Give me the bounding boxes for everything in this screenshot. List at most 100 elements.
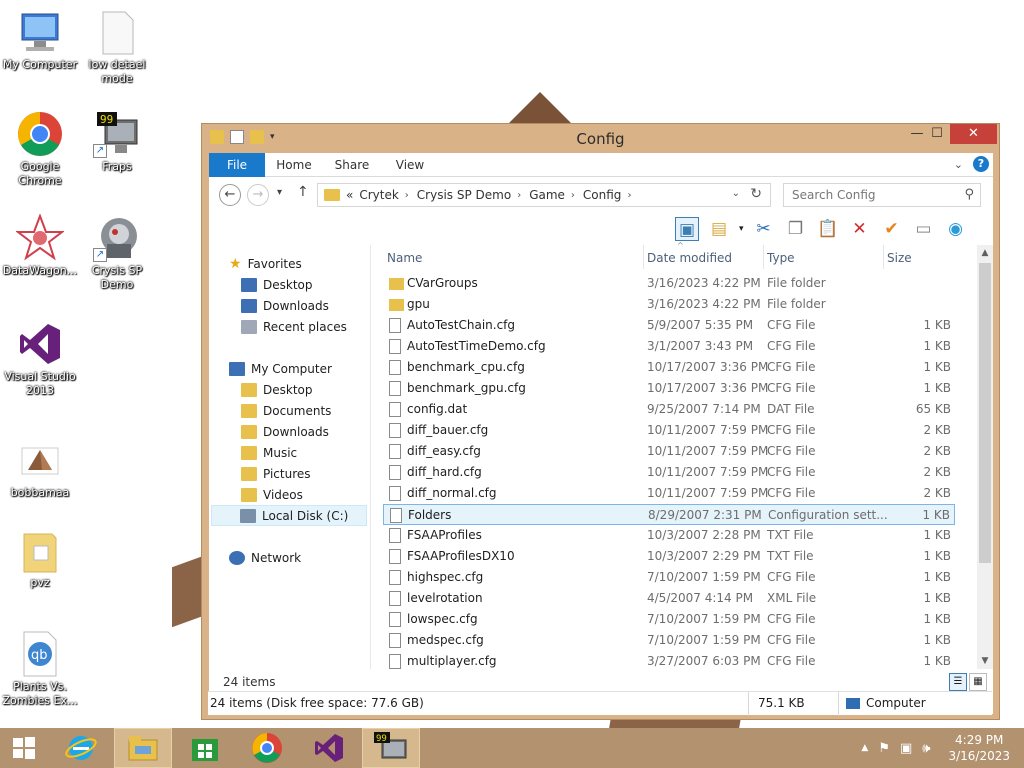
- pane-divider[interactable]: [370, 245, 371, 669]
- chevron-right-icon[interactable]: ›: [517, 190, 521, 201]
- up-button[interactable]: ↑: [297, 184, 309, 200]
- vertical-scrollbar[interactable]: ▲ ▼: [977, 245, 993, 669]
- folder-properties-icon[interactable]: ▤: [707, 217, 731, 241]
- nav-comp-downloads[interactable]: Downloads: [241, 421, 401, 442]
- file-row[interactable]: FSAAProfiles 10/3/2007 2:28 PM TXT File 1 K…: [383, 525, 955, 546]
- desktop-icon-crysis-sp-demo[interactable]: ↗ Crysis SP Demo: [77, 214, 157, 292]
- cut-icon[interactable]: ✂: [752, 217, 776, 241]
- close-button[interactable]: ✕: [950, 124, 997, 144]
- scroll-down-icon[interactable]: ▼: [977, 653, 993, 669]
- column-divider[interactable]: [643, 245, 644, 269]
- volume-icon[interactable]: 🕪: [922, 741, 930, 756]
- flag-icon[interactable]: ⚑: [878, 741, 890, 756]
- breadcrumb-game[interactable]: Game: [529, 188, 565, 202]
- checkmark-icon[interactable]: ✔: [880, 217, 904, 241]
- column-divider[interactable]: [763, 245, 764, 269]
- nav-network[interactable]: Network: [229, 547, 389, 568]
- copy-icon[interactable]: ❐: [784, 217, 808, 241]
- taskbar-fraps[interactable]: 99: [362, 728, 420, 768]
- rename-icon[interactable]: ▭: [912, 217, 936, 241]
- desktop-icon-fraps[interactable]: 99 ↗ Fraps: [77, 110, 157, 174]
- nav-fav-recent-places[interactable]: Recent places: [241, 316, 401, 337]
- recent-locations-icon[interactable]: ▾: [277, 187, 282, 198]
- file-row[interactable]: gpu 3/16/2023 4:22 PM File folder: [383, 294, 955, 315]
- scroll-up-icon[interactable]: ▲: [977, 245, 993, 261]
- back-button[interactable]: ←: [219, 184, 241, 206]
- file-row[interactable]: diff_bauer.cfg 10/11/2007 7:59 PM CFG File…: [383, 420, 955, 441]
- clock[interactable]: 4:29 PM 3/16/2023: [948, 732, 1010, 764]
- preview-pane-icon[interactable]: ▣: [675, 217, 699, 241]
- desktop-icon-my-computer[interactable]: My Computer: [0, 8, 80, 72]
- column-header-size[interactable]: Size: [887, 245, 912, 271]
- column-header-name[interactable]: Name: [387, 245, 422, 271]
- taskbar-chrome[interactable]: [238, 728, 296, 768]
- file-row[interactable]: medspec.cfg 7/10/2007 1:59 PM CFG File 1 KB: [383, 630, 955, 651]
- taskbar-store[interactable]: [176, 728, 234, 768]
- network-tray-icon[interactable]: ▣: [900, 741, 912, 756]
- column-header-date[interactable]: Date modified: [647, 245, 732, 271]
- large-icons-view-icon[interactable]: ▦: [969, 673, 987, 691]
- chevron-right-icon[interactable]: ›: [627, 190, 631, 201]
- scroll-thumb[interactable]: [979, 263, 991, 563]
- nav-fav-downloads[interactable]: Downloads: [241, 295, 401, 316]
- chevron-right-icon[interactable]: ›: [571, 190, 575, 201]
- file-row[interactable]: benchmark_gpu.cfg 10/17/2007 3:36 PM CFG F…: [383, 378, 955, 399]
- nav-comp-videos[interactable]: Videos: [241, 484, 401, 505]
- paste-icon[interactable]: 📋: [816, 217, 840, 241]
- shell-icon[interactable]: ◉: [944, 217, 968, 241]
- nav-fav-desktop[interactable]: Desktop: [241, 274, 401, 295]
- breadcrumb-overflow[interactable]: «: [346, 188, 353, 202]
- file-row[interactable]: lowspec.cfg 7/10/2007 1:59 PM CFG File 1 KB: [383, 609, 955, 630]
- file-row[interactable]: CVarGroups 3/16/2023 4:22 PM File folder: [383, 273, 955, 294]
- taskbar-visual-studio[interactable]: [300, 728, 358, 768]
- chevron-down-icon[interactable]: ⌄: [732, 188, 740, 199]
- chevron-down-icon[interactable]: ▾: [739, 224, 744, 234]
- address-bar[interactable]: « Crytek › Crysis SP Demo › Game › Confi…: [317, 183, 771, 207]
- details-view-icon[interactable]: ☰: [949, 673, 967, 691]
- refresh-icon[interactable]: ↻: [750, 186, 762, 202]
- delete-icon[interactable]: ✕: [848, 217, 872, 241]
- search-input[interactable]: Search Config ⚲: [783, 183, 981, 207]
- nav-comp-music[interactable]: Music: [241, 442, 401, 463]
- file-row[interactable]: FSAAProfilesDX10 10/3/2007 2:29 PM TXT Fil…: [383, 546, 955, 567]
- file-row[interactable]: config.dat 9/25/2007 7:14 PM DAT File 65 KB: [383, 399, 955, 420]
- nav-my-computer[interactable]: My Computer: [229, 358, 389, 379]
- desktop-icon-bobbamaa[interactable]: bobbamaa: [0, 436, 80, 500]
- file-row[interactable]: AutoTestChain.cfg 5/9/2007 5:35 PM CFG Fil…: [383, 315, 955, 336]
- file-row[interactable]: Folders 8/29/2007 2:31 PM Configuration se…: [383, 504, 955, 525]
- expand-ribbon-icon[interactable]: ⌄: [954, 158, 963, 171]
- column-header-type[interactable]: Type: [767, 245, 795, 271]
- file-row[interactable]: AutoTestTimeDemo.cfg 3/1/2007 3:43 PM CFG …: [383, 336, 955, 357]
- breadcrumb-crysis-sp-demo[interactable]: Crysis SP Demo: [417, 188, 511, 202]
- chevron-right-icon[interactable]: ›: [405, 190, 409, 201]
- file-row[interactable]: diff_normal.cfg 10/11/2007 7:59 PM CFG Fil…: [383, 483, 955, 504]
- file-row[interactable]: highspec.cfg 7/10/2007 1:59 PM CFG File 1 K…: [383, 567, 955, 588]
- nav-comp-documents[interactable]: Documents: [241, 400, 401, 421]
- file-row[interactable]: diff_easy.cfg 10/11/2007 7:59 PM CFG File 2…: [383, 441, 955, 462]
- file-row[interactable]: multiplayer.cfg 3/27/2007 6:03 PM CFG File…: [383, 651, 955, 672]
- tab-home[interactable]: Home: [271, 153, 317, 177]
- desktop-icon-datawagon[interactable]: DataWagon...: [0, 213, 80, 278]
- nav-favorites[interactable]: ★ Favorites: [229, 253, 389, 274]
- breadcrumb-crytek[interactable]: Crytek: [359, 188, 398, 202]
- nav-comp-desktop[interactable]: Desktop: [241, 379, 401, 400]
- desktop-icon-pvz[interactable]: pvz: [0, 526, 80, 590]
- forward-button[interactable]: →: [247, 184, 269, 206]
- file-row[interactable]: diff_hard.cfg 10/11/2007 7:59 PM CFG File 2…: [383, 462, 955, 483]
- start-button[interactable]: [0, 728, 48, 768]
- column-divider[interactable]: [883, 245, 884, 269]
- file-row[interactable]: benchmark_cpu.cfg 10/17/2007 3:36 PM CFG F…: [383, 357, 955, 378]
- desktop-icon-low-detail-mode[interactable]: low detael mode: [77, 8, 157, 86]
- title-bar[interactable]: ▾ Config — ☐ ✕: [202, 124, 999, 152]
- tab-view[interactable]: View: [387, 153, 433, 177]
- desktop-icon-plants-vs-zombies[interactable]: qb Plants Vs. Zombies Ex...: [0, 630, 80, 708]
- breadcrumb-config[interactable]: Config: [583, 188, 622, 202]
- chevron-up-icon[interactable]: ▲: [861, 743, 868, 753]
- tab-file[interactable]: File: [209, 153, 265, 177]
- tab-share[interactable]: Share: [329, 153, 375, 177]
- file-row[interactable]: levelrotation 4/5/2007 4:14 PM XML File 1 K…: [383, 588, 955, 609]
- maximize-button[interactable]: ☐: [922, 124, 952, 144]
- desktop-icon-google-chrome[interactable]: Google Chrome: [0, 110, 80, 188]
- nav-comp-local-disk[interactable]: Local Disk (C:): [211, 505, 367, 526]
- desktop-icon-visual-studio-2013[interactable]: Visual Studio 2013: [0, 320, 80, 398]
